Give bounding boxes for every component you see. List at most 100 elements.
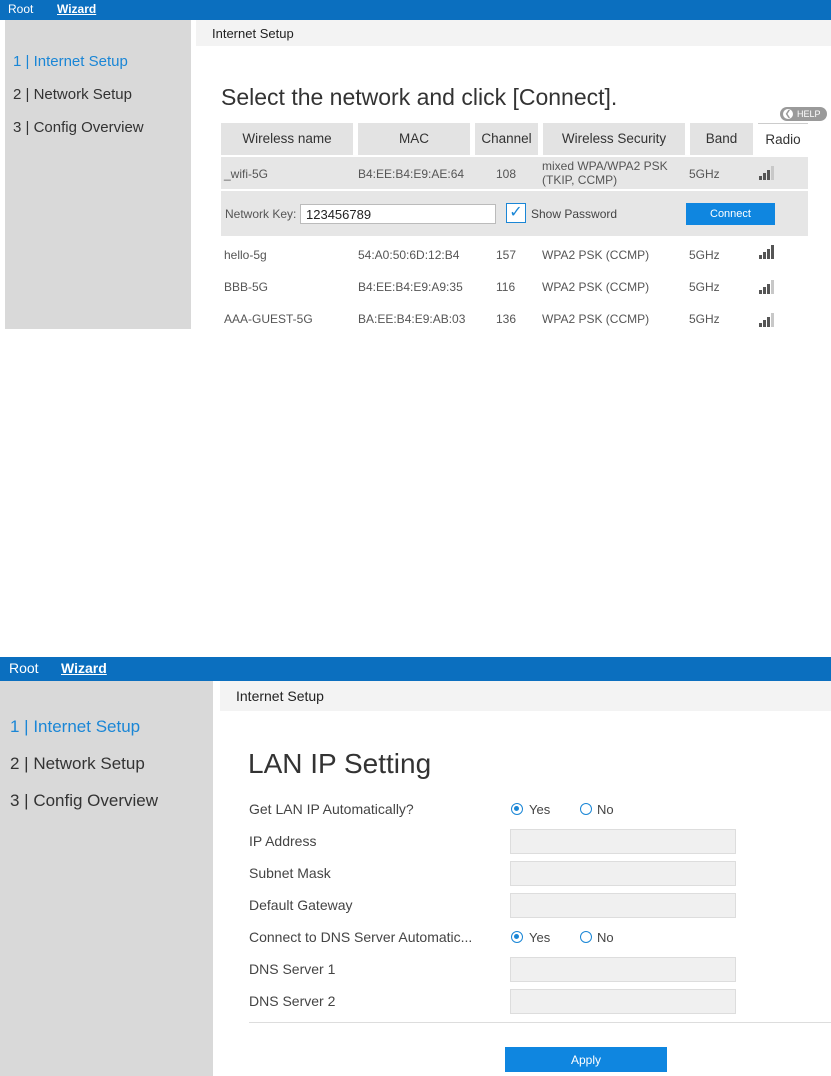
- signal-bar: [767, 317, 770, 327]
- signal-bar: [771, 166, 774, 180]
- cell-security: WPA2 PSK (CCMP): [542, 280, 650, 294]
- signal-bar: [759, 176, 762, 180]
- nav-wizard[interactable]: Wizard: [61, 660, 107, 676]
- signal-strength-icon: [759, 278, 779, 294]
- breadcrumb-label: Internet Setup: [212, 26, 294, 41]
- page-title: Select the network and click [Connect].: [221, 84, 618, 110]
- cell-name: hello-5g: [224, 248, 267, 262]
- dns-server-1-label: DNS Server 1: [249, 961, 336, 977]
- col-band: Band: [690, 123, 753, 155]
- sidebar-item-config-overview[interactable]: 3 | Config Overview: [10, 791, 158, 811]
- signal-bar: [763, 320, 766, 327]
- auto-dns-yes-radio[interactable]: [511, 931, 523, 943]
- cell-mac: BA:EE:B4:E9:AB:03: [358, 312, 466, 326]
- auto-dns-label: Connect to DNS Server Automatic...: [249, 929, 473, 945]
- cell-channel: 108: [496, 167, 517, 181]
- nav-wizard[interactable]: Wizard: [57, 2, 96, 16]
- help-label: HELP: [797, 109, 821, 119]
- cell-band: 5GHz: [689, 167, 720, 181]
- cell-security: WPA2 PSK (CCMP): [542, 312, 650, 326]
- sidebar-item-network-setup[interactable]: 2 | Network Setup: [10, 754, 145, 774]
- cell-channel: 136: [496, 312, 517, 326]
- cell-band: 5GHz: [689, 248, 720, 262]
- cell-channel: 157: [496, 248, 517, 262]
- connect-button[interactable]: Connect: [686, 203, 775, 225]
- signal-bar: [759, 323, 762, 327]
- signal-bar: [759, 255, 762, 259]
- cell-name: BBB-5G: [224, 280, 269, 294]
- signal-bar: [763, 252, 766, 259]
- table-row-selected[interactable]: _wifi-5G B4:EE:B4:E9:AE:64 108 mixed WPA…: [221, 157, 808, 189]
- signal-bar: [763, 287, 766, 294]
- network-select-panel: Root Wizard 1 | Internet Setup 2 | Netwo…: [0, 0, 831, 335]
- dns-server-2-input[interactable]: [510, 989, 736, 1014]
- show-password-checkbox[interactable]: ✓: [506, 203, 526, 223]
- cell-security-line2: (TKIP, CCMP): [542, 173, 618, 187]
- page-title: LAN IP Setting: [248, 748, 432, 779]
- signal-bar: [771, 313, 774, 327]
- col-channel: Channel: [475, 123, 538, 155]
- top-nav-bar: Root Wizard: [0, 657, 831, 681]
- nav-root[interactable]: Root: [9, 660, 39, 676]
- signal-bar: [771, 245, 774, 259]
- table-row[interactable]: BBB-5G B4:EE:B4:E9:A9:35 116 WPA2 PSK (C…: [221, 270, 808, 302]
- ip-address-label: IP Address: [249, 833, 317, 849]
- table-row[interactable]: hello-5g 54:A0:50:6D:12:B4 157 WPA2 PSK …: [221, 238, 808, 270]
- cell-channel: 116: [496, 280, 516, 294]
- signal-bar: [767, 170, 770, 180]
- ip-address-input[interactable]: [510, 829, 736, 854]
- signal-bar: [767, 284, 770, 294]
- auto-ip-no-radio[interactable]: [580, 803, 592, 815]
- cell-mac: B4:EE:B4:E9:A9:35: [358, 280, 463, 294]
- auto-ip-label: Get LAN IP Automatically?: [249, 801, 414, 817]
- auto-ip-yes-label: Yes: [529, 802, 551, 817]
- default-gateway-input[interactable]: [510, 893, 736, 918]
- sidebar-item-internet-setup[interactable]: 1 | Internet Setup: [10, 717, 140, 737]
- signal-bar: [759, 290, 762, 294]
- col-wireless-security: Wireless Security: [543, 123, 685, 155]
- col-radio: Radio: [758, 123, 808, 155]
- cell-band: 5GHz: [689, 280, 720, 294]
- table-row[interactable]: AAA-GUEST-5G BA:EE:B4:E9:AB:03 136 WPA2 …: [221, 302, 808, 334]
- breadcrumb: Internet Setup: [196, 20, 831, 46]
- checkmark-icon: ✓: [509, 204, 523, 221]
- cell-security-line1: mixed WPA/WPA2 PSK: [542, 159, 668, 173]
- subnet-mask-label: Subnet Mask: [249, 865, 331, 881]
- auto-ip-no-label: No: [597, 802, 614, 817]
- network-key-label: Network Key:: [225, 207, 297, 221]
- breadcrumb: Internet Setup: [220, 681, 831, 711]
- help-button[interactable]: ❮ HELP: [780, 107, 827, 121]
- cell-name: AAA-GUEST-5G: [224, 312, 313, 326]
- auto-dns-no-radio[interactable]: [580, 931, 592, 943]
- top-nav-bar: Root Wizard: [0, 0, 831, 20]
- dns-server-1-input[interactable]: [510, 957, 736, 982]
- chevron-left-icon: ❮: [783, 109, 793, 119]
- network-key-input[interactable]: 123456789: [300, 204, 496, 224]
- sidebar-item-config-overview[interactable]: 3 | Config Overview: [13, 119, 144, 136]
- subnet-mask-input[interactable]: [510, 861, 736, 886]
- sidebar: 1 | Internet Setup 2 | Network Setup 3 |…: [5, 20, 191, 329]
- sidebar-item-internet-setup[interactable]: 1 | Internet Setup: [13, 53, 128, 70]
- cell-security: WPA2 PSK (CCMP): [542, 248, 650, 262]
- dns-server-2-label: DNS Server 2: [249, 993, 336, 1009]
- sidebar-item-network-setup[interactable]: 2 | Network Setup: [13, 86, 132, 103]
- nav-root[interactable]: Root: [8, 2, 33, 16]
- signal-strength-icon: [759, 164, 779, 180]
- breadcrumb-label: Internet Setup: [236, 688, 324, 704]
- auto-ip-yes-radio[interactable]: [511, 803, 523, 815]
- auto-dns-yes-label: Yes: [529, 930, 551, 945]
- cell-name: _wifi-5G: [224, 167, 269, 181]
- signal-strength-icon: [759, 243, 779, 259]
- signal-bar: [771, 280, 774, 294]
- signal-strength-icon: [759, 311, 779, 327]
- sidebar: 1 | Internet Setup 2 | Network Setup 3 |…: [0, 681, 213, 1076]
- signal-bar: [767, 249, 770, 259]
- col-wireless-name: Wireless name: [221, 123, 353, 155]
- apply-button[interactable]: Apply: [505, 1047, 667, 1072]
- cell-mac: 54:A0:50:6D:12:B4: [358, 248, 460, 262]
- default-gateway-label: Default Gateway: [249, 897, 353, 913]
- cell-band: 5GHz: [689, 312, 720, 326]
- col-mac: MAC: [358, 123, 470, 155]
- cell-mac: B4:EE:B4:E9:AE:64: [358, 167, 465, 181]
- auto-dns-no-label: No: [597, 930, 614, 945]
